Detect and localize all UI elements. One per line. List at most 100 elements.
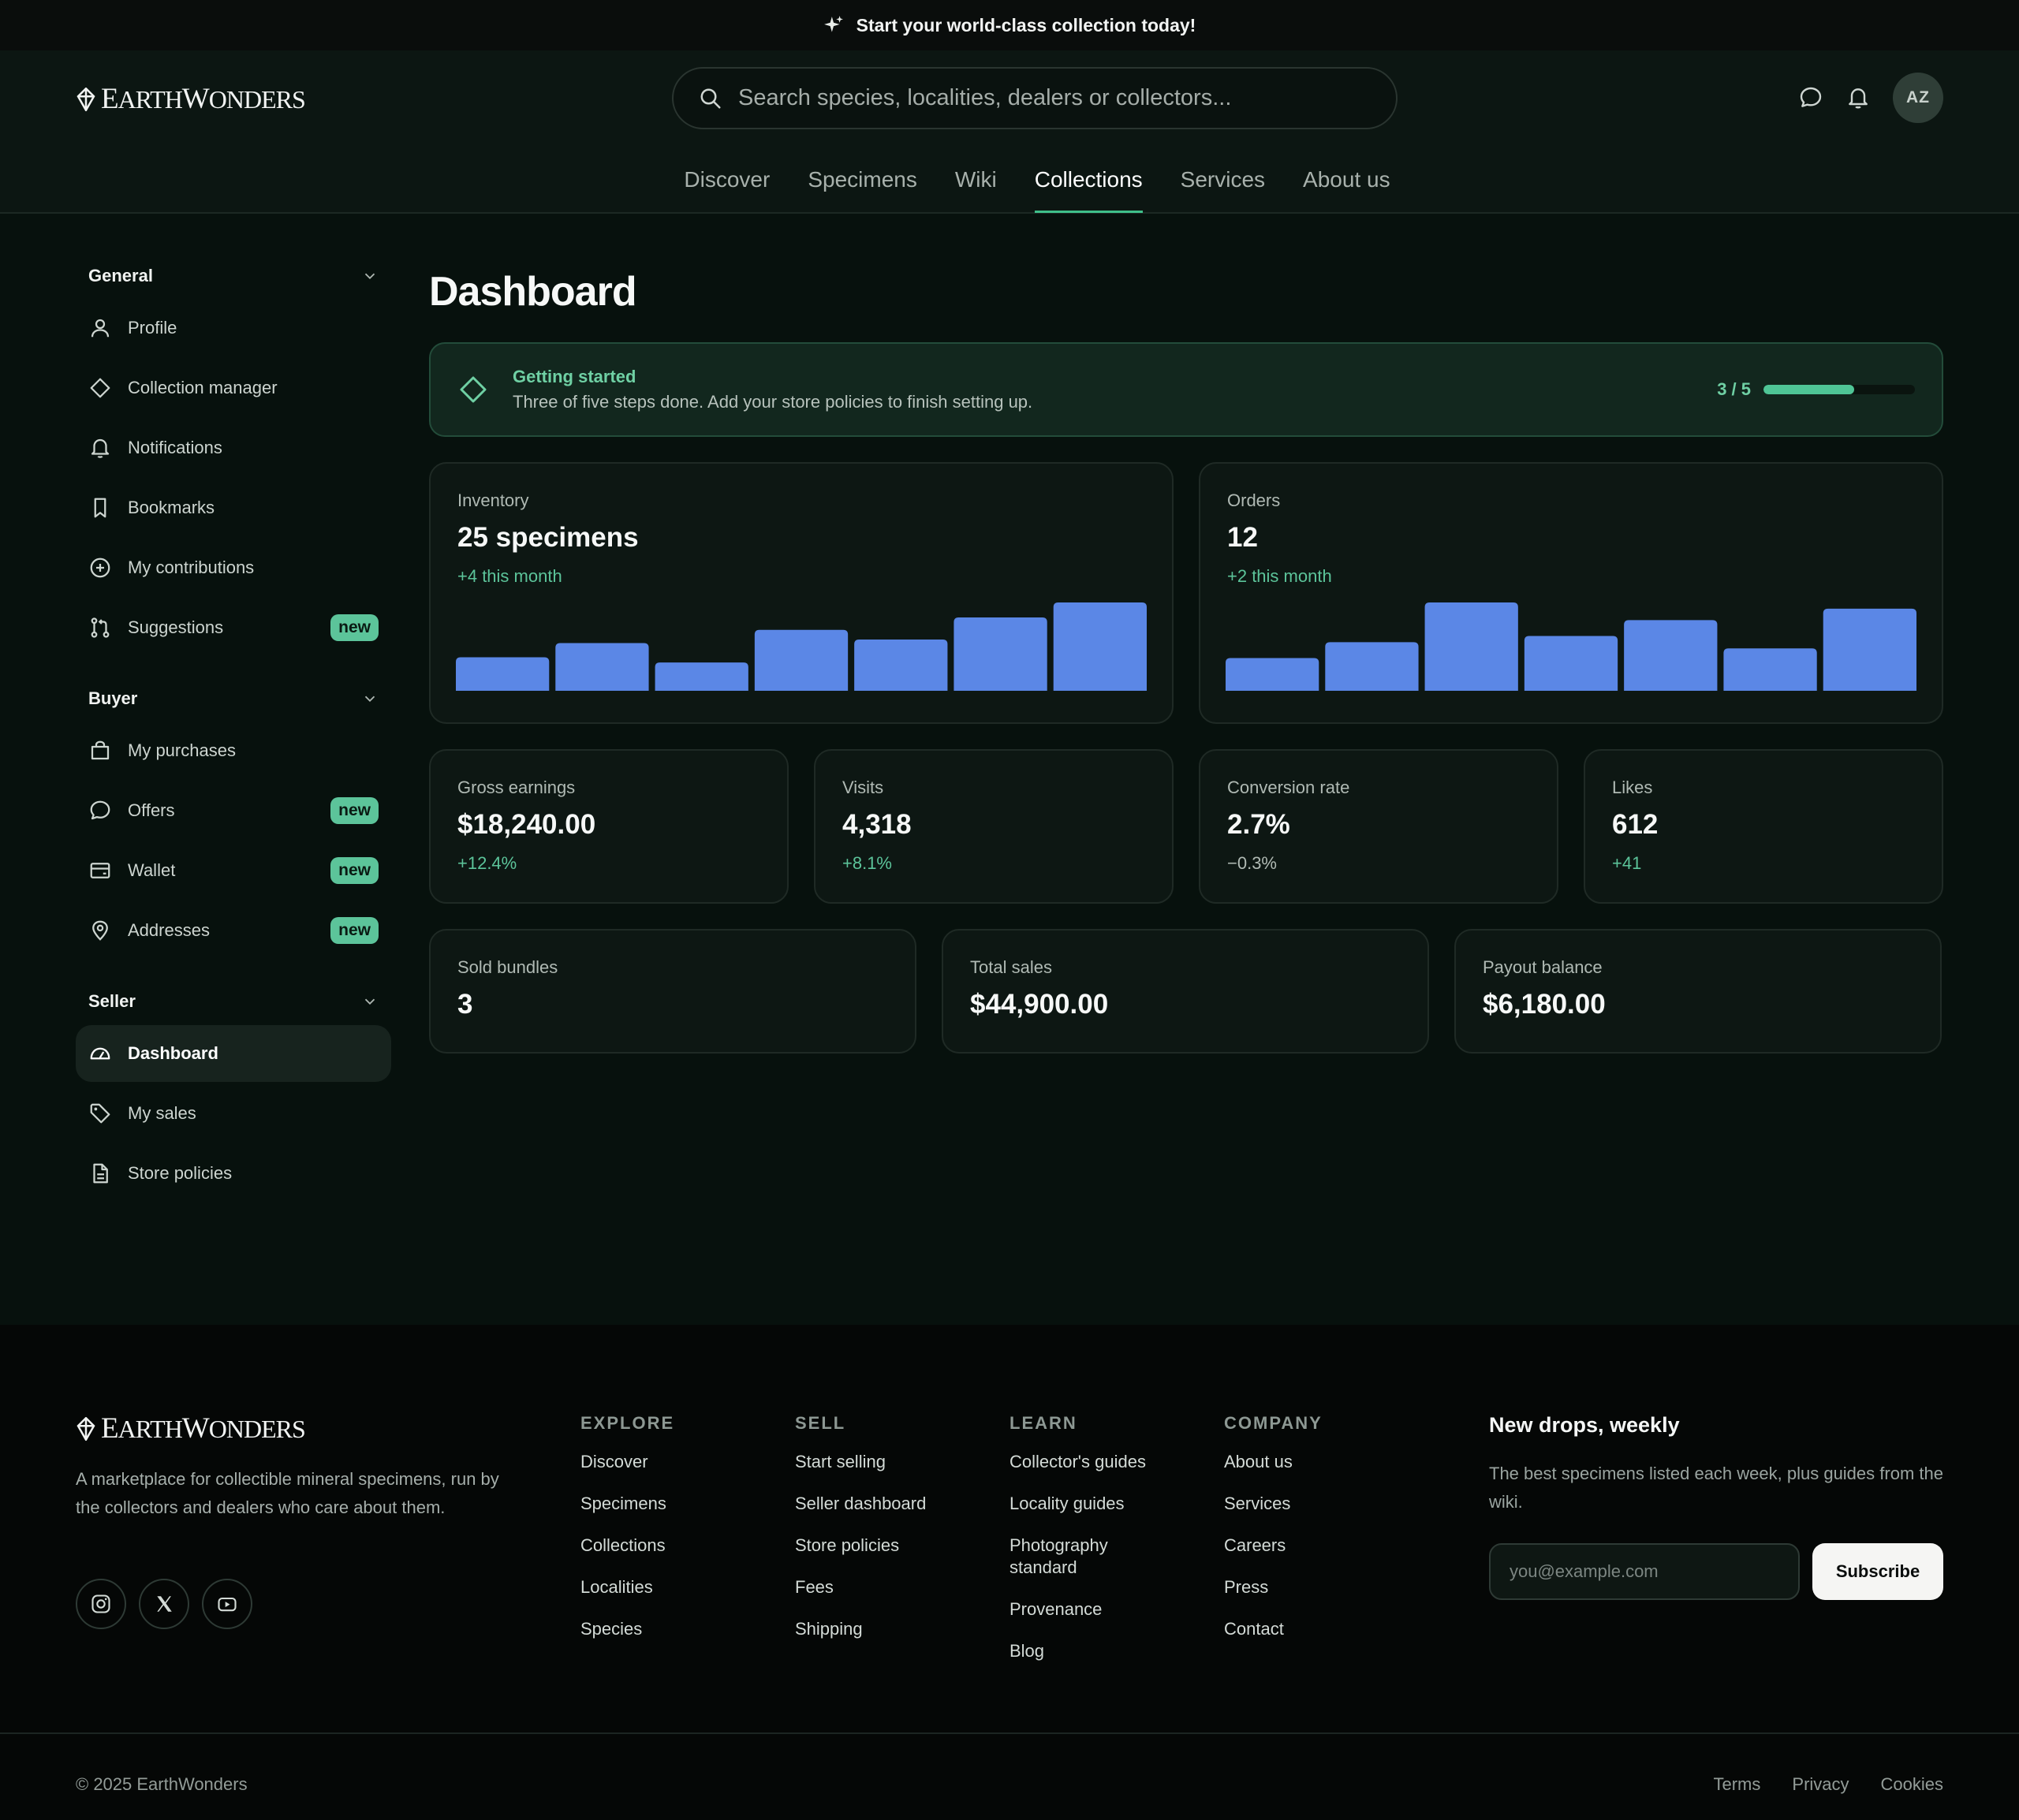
ord-bars-svg [1226, 602, 1916, 691]
footer-link[interactable]: Provenance [1010, 1598, 1151, 1620]
sidebar-item-wallet[interactable]: Wallet new [76, 842, 391, 899]
footer-link[interactable]: Seller dashboard [795, 1493, 926, 1515]
x-icon[interactable] [139, 1579, 189, 1629]
sidebar-section-seller[interactable]: Seller [76, 978, 391, 1025]
orders-card[interactable]: Orders 12 +2 this month [1199, 462, 1943, 724]
sidebar-item-collection-manager[interactable]: Collection manager [76, 360, 391, 416]
footer-col-explore: EXPLORE Discover Specimens Collections L… [580, 1413, 675, 1640]
bell-icon [88, 436, 112, 460]
sidebar-item-dashboard[interactable]: Dashboard [76, 1025, 391, 1082]
card-label: Conversion rate [1227, 778, 1350, 797]
card-label: Gross earnings [457, 778, 576, 797]
card-value: 612 [1612, 809, 1659, 840]
search-icon [699, 87, 722, 110]
stat-card-visits[interactable]: Visits 4,318 +8.1% [814, 749, 1174, 904]
sidebar-item-profile[interactable]: Profile [76, 300, 391, 356]
footer-link[interactable]: Specimens [580, 1493, 674, 1515]
chat-icon[interactable] [1798, 85, 1823, 110]
nav-specimens[interactable]: Specimens [808, 162, 917, 213]
footer-link[interactable]: Start selling [795, 1451, 926, 1473]
sidebar-section-buyer[interactable]: Buyer [76, 675, 391, 722]
footer-link[interactable]: Store policies [795, 1535, 926, 1557]
footer-link[interactable]: Photography standard [1010, 1535, 1151, 1579]
card-label: Orders [1227, 490, 1281, 510]
git-pull-icon [88, 616, 112, 640]
bell-icon[interactable] [1845, 85, 1871, 110]
footer-link[interactable]: Shipping [795, 1618, 926, 1640]
footer-description: A marketplace for collectible mineral sp… [76, 1469, 499, 1517]
sidebar-item-addresses[interactable]: Addresses new [76, 902, 391, 959]
inventory-bar-chart [456, 602, 1147, 697]
user-avatar[interactable]: AZ [1893, 73, 1943, 123]
card-label: Sold bundles [457, 957, 558, 977]
nav-services[interactable]: Services [1181, 162, 1265, 213]
sidebar-item-store-policies[interactable]: Store policies [76, 1145, 391, 1202]
nav-wiki[interactable]: Wiki [955, 162, 997, 213]
card-label: Likes [1612, 778, 1653, 797]
main-nav: Discover Specimens Wiki Collections Serv… [0, 162, 2019, 213]
getting-started-card[interactable]: Getting started Three of five steps done… [429, 342, 1943, 437]
new-badge: new [330, 917, 379, 944]
chevron-down-icon [361, 993, 379, 1010]
new-badge: new [330, 857, 379, 884]
search-bar[interactable] [672, 67, 1398, 129]
sidebar-item-my-purchases[interactable]: My purchases [76, 722, 391, 779]
newsletter-email-input[interactable] [1489, 1543, 1800, 1600]
instagram-icon[interactable] [76, 1579, 126, 1629]
terms-link[interactable]: Terms [1714, 1774, 1761, 1795]
total-card-payout-balance[interactable]: Payout balance $6,180.00 [1454, 929, 1942, 1054]
sidebar-item-my-contributions[interactable]: My contributions [76, 539, 391, 596]
footer-link[interactable]: Localities [580, 1576, 674, 1598]
file-icon [88, 1162, 112, 1185]
footer-link[interactable]: Press [1224, 1576, 1323, 1598]
sidebar-item-bookmarks[interactable]: Bookmarks [76, 479, 391, 536]
card-value: $44,900.00 [970, 989, 1109, 1020]
dashboard-main: Dashboard Getting started Three of five … [429, 268, 1943, 1054]
card-value: 12 [1227, 522, 1258, 553]
sidebar-section-general[interactable]: General [76, 252, 391, 300]
sidebar-item-my-sales[interactable]: My sales [76, 1085, 391, 1142]
footer-link[interactable]: Services [1224, 1493, 1323, 1515]
newsletter-text: The best specimens listed each week, plu… [1489, 1464, 1943, 1512]
footer-link[interactable]: Blog [1010, 1640, 1151, 1662]
footer-brand-logo[interactable]: EARTHWONDERS [76, 1412, 306, 1445]
bar [1823, 608, 1916, 691]
subscribe-button[interactable]: Subscribe [1812, 1543, 1943, 1600]
total-card-total-sales[interactable]: Total sales $44,900.00 [942, 929, 1429, 1054]
pin-icon [88, 919, 112, 942]
bar [1424, 602, 1518, 691]
search-input[interactable] [738, 85, 1369, 111]
nav-discover[interactable]: Discover [684, 162, 770, 213]
sidebar-item-suggestions[interactable]: Suggestions new [76, 599, 391, 656]
cookies-link[interactable]: Cookies [1881, 1774, 1943, 1795]
bar [854, 640, 948, 691]
footer-link[interactable]: Contact [1224, 1618, 1323, 1640]
card-delta: +2 this month [1227, 566, 1332, 586]
inventory-card[interactable]: Inventory 25 specimens +4 this month [429, 462, 1174, 724]
footer-link[interactable]: About us [1224, 1451, 1323, 1473]
footer-link[interactable]: Collector's guides [1010, 1451, 1151, 1473]
bar [655, 662, 748, 691]
gem-logo-icon [77, 87, 95, 111]
brand-logo[interactable]: EARTHWONDERS [76, 82, 306, 116]
footer-link[interactable]: Locality guides [1010, 1493, 1151, 1515]
footer-link[interactable]: Careers [1224, 1535, 1323, 1557]
sidebar-item-notifications[interactable]: Notifications [76, 420, 391, 476]
privacy-link[interactable]: Privacy [1792, 1774, 1849, 1795]
orders-bar-chart [1226, 602, 1916, 697]
stat-card-gross-earnings[interactable]: Gross earnings $18,240.00 +12.4% [429, 749, 789, 904]
total-card-sold-bundles[interactable]: Sold bundles 3 [429, 929, 916, 1054]
gauge-icon [88, 1042, 112, 1065]
youtube-icon[interactable] [202, 1579, 252, 1629]
diamond-icon [457, 374, 489, 405]
footer-link[interactable]: Fees [795, 1576, 926, 1598]
stat-card-likes[interactable]: Likes 612 +41 [1584, 749, 1943, 904]
sidebar-item-offers[interactable]: Offers new [76, 782, 391, 839]
footer-link[interactable]: Collections [580, 1535, 674, 1557]
nav-about-us[interactable]: About us [1303, 162, 1390, 213]
nav-collections[interactable]: Collections [1034, 162, 1143, 213]
footer-link[interactable]: Discover [580, 1451, 674, 1473]
copyright: © 2025 EarthWonders [76, 1774, 248, 1794]
footer-link[interactable]: Species [580, 1618, 674, 1640]
stat-card-conversion-rate[interactable]: Conversion rate 2.7% −0.3% [1199, 749, 1558, 904]
